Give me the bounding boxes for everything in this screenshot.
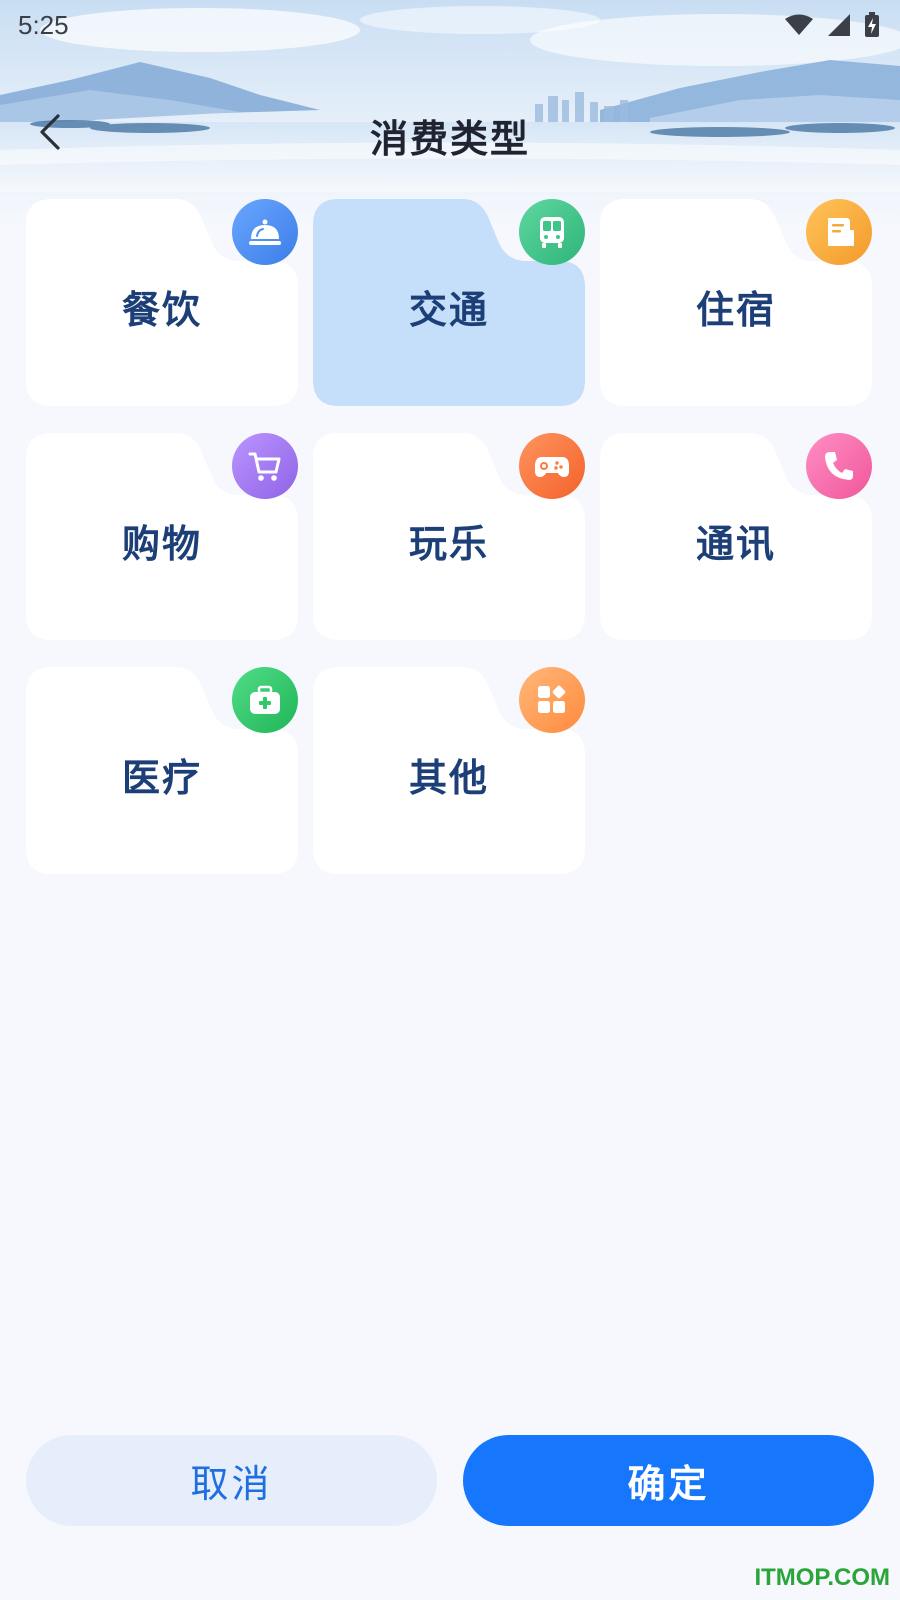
apps-grid-icon [519,667,585,733]
category-label: 医疗 [121,756,202,800]
page-title: 消费类型 [369,116,530,161]
category-label: 其他 [408,756,489,800]
navigation-bar: 消费类型 [0,100,900,170]
category-card-other[interactable]: 其他 [313,667,585,874]
status-icons [784,12,880,38]
watermark: ITMOP.COM [754,1564,890,1591]
status-bar: 5:25 [0,0,900,50]
category-card-entertainment[interactable]: 玩乐 [313,433,585,640]
bus-icon [519,199,585,265]
back-button[interactable] [28,110,72,154]
category-label: 交通 [408,288,489,332]
category-label: 购物 [121,522,202,566]
shopping-cart-icon [232,433,298,499]
wifi-icon [785,14,813,35]
category-card-telecom[interactable]: 通讯 [600,433,872,640]
category-card-shopping[interactable]: 购物 [26,433,298,640]
category-card-medical[interactable]: 医疗 [26,667,298,874]
phone-icon [806,433,872,499]
category-card-lodging[interactable]: 住宿 [600,199,872,406]
food-cloche-icon [232,199,298,265]
category-card-dining[interactable]: 餐饮 [26,199,298,406]
gamepad-icon [519,433,585,499]
medical-kit-icon [232,667,298,733]
cancel-button[interactable]: 取消 [26,1435,437,1526]
action-bar: 取消 确定 [26,1435,874,1526]
signal-icon [828,14,850,36]
category-label: 玩乐 [408,522,489,566]
status-time: 5:25 [18,9,69,40]
category-label: 通讯 [695,522,776,566]
category-card-transport[interactable]: 交通 [313,199,585,406]
document-icon [806,199,872,265]
confirm-button[interactable]: 确定 [463,1435,874,1526]
chevron-left-icon [40,114,60,150]
category-grid: 餐饮 交通 住宿 购物 玩乐 通讯 医疗 其他 [26,199,874,874]
category-label: 餐饮 [121,288,202,332]
battery-charging-icon [865,12,879,37]
category-label: 住宿 [695,288,776,332]
